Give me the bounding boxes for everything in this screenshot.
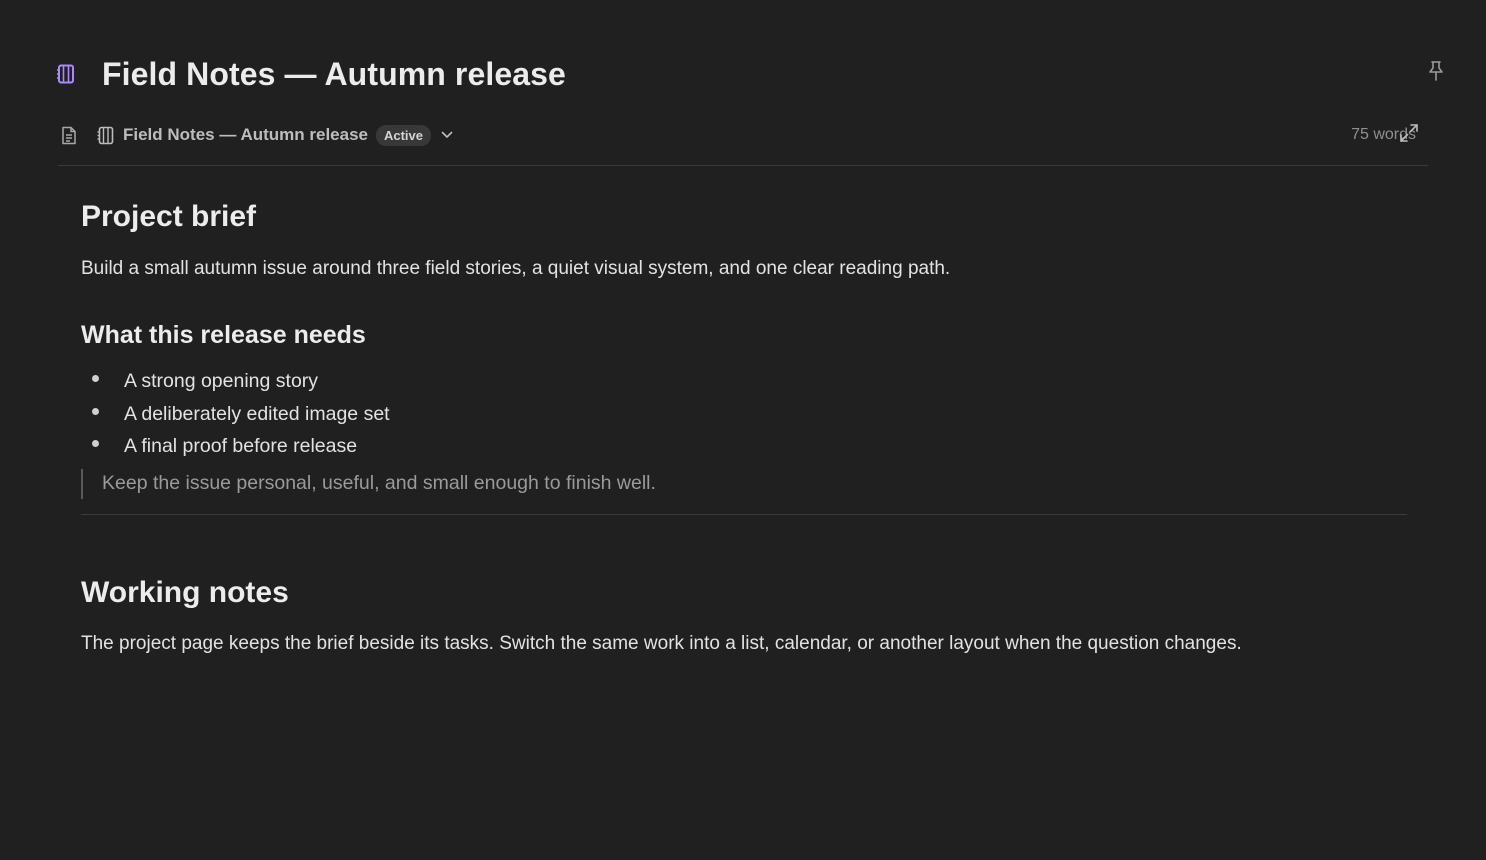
document-icon[interactable] [59, 124, 79, 146]
list-item-text: A deliberately edited image set [124, 402, 390, 425]
notes-heading: Working notes [81, 576, 289, 609]
needs-heading: What this release needs [81, 321, 366, 349]
expand-icon [1399, 123, 1419, 148]
list-item-text: A final proof before release [124, 435, 358, 457]
toolbar-divider [58, 165, 1428, 166]
list-item: A strong opening story [81, 367, 390, 400]
chevron-down-icon[interactable] [439, 127, 455, 143]
pin-icon [1427, 60, 1445, 87]
list-item: A deliberately edited image set [81, 400, 390, 433]
notebook-icon [55, 62, 77, 86]
page-header: Field Notes — Autumn release [55, 52, 566, 96]
list-item: A final proof before release [81, 432, 390, 465]
notes-page: Field Notes — Autumn release Field Notes… [0, 0, 1486, 860]
bullet-dot [92, 407, 99, 415]
quote-block: Keep the issue personal, useful, and sma… [81, 469, 656, 499]
breadcrumb-title[interactable]: Field Notes — Autumn release [123, 125, 368, 145]
notebook-icon [95, 125, 115, 145]
expand-button[interactable] [1398, 123, 1420, 148]
needs-list: A strong opening story A deliberately ed… [81, 367, 390, 465]
bullet-dot [92, 440, 99, 447]
list-item-text: A strong opening story [124, 370, 319, 392]
brief-heading: Project brief [81, 200, 257, 233]
status-badge[interactable]: Active [375, 124, 432, 146]
notes-paragraph: The project page keeps the brief beside … [81, 633, 1242, 654]
bullet-dot [92, 375, 99, 382]
section-divider [81, 514, 1407, 515]
page-title[interactable]: Field Notes — Autumn release [102, 56, 566, 93]
page-toolbar: Field Notes — Autumn release Active 75 w… [58, 119, 1428, 151]
brief-paragraph: Build a small autumn issue around three … [81, 258, 951, 279]
pin-button[interactable] [1424, 60, 1448, 86]
